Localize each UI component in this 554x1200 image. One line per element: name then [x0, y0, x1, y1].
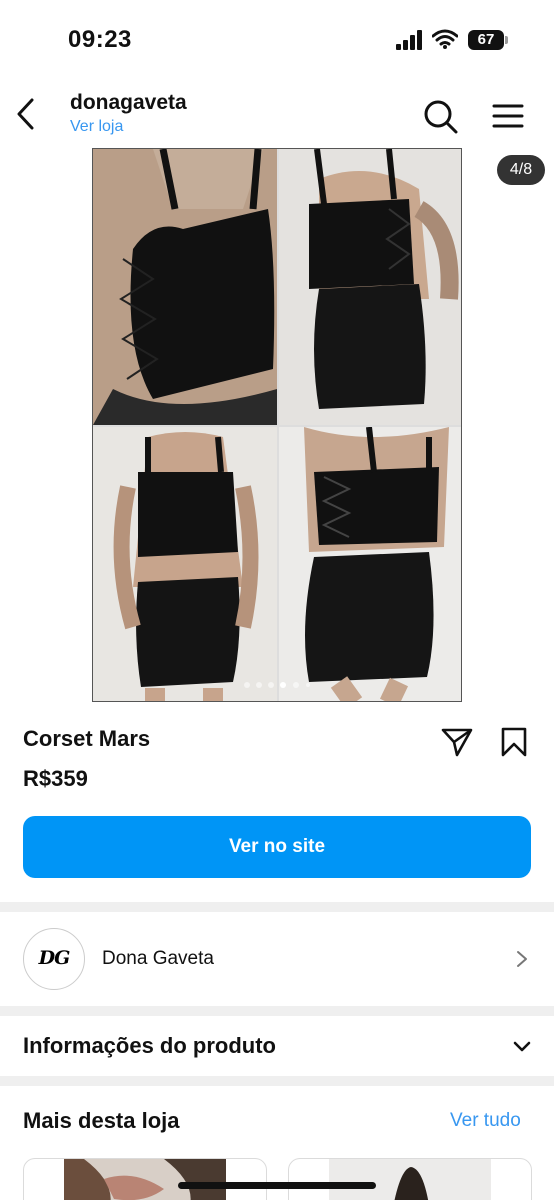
- product-photo-3: [93, 427, 277, 701]
- seller-avatar: DG: [23, 928, 85, 990]
- view-on-site-button[interactable]: Ver no site: [23, 816, 531, 878]
- battery-cap: [505, 36, 508, 44]
- see-all-link[interactable]: Ver tudo: [450, 1110, 521, 1132]
- section-divider: [0, 1076, 554, 1086]
- section-divider: [0, 902, 554, 912]
- product-photo-2: [279, 149, 461, 425]
- top-nav: donagaveta Ver loja: [0, 80, 554, 146]
- product-photo-1: [93, 149, 277, 425]
- product-price: R$359: [23, 766, 88, 791]
- product-card[interactable]: [23, 1158, 267, 1200]
- carousel-dot: [256, 682, 262, 688]
- send-icon[interactable]: [440, 726, 474, 758]
- shop-name[interactable]: donagaveta: [70, 91, 187, 115]
- carousel-dot: [293, 682, 299, 688]
- carousel-dot: [244, 682, 250, 688]
- product-info-accordion[interactable]: Informações do produto: [0, 1016, 554, 1076]
- chevron-right-icon: [517, 951, 527, 967]
- carousel-dots: [240, 681, 320, 689]
- product-gallery[interactable]: [92, 148, 462, 702]
- status-time: 09:23: [68, 26, 132, 53]
- page-counter: 4/8: [497, 155, 545, 185]
- bookmark-icon[interactable]: [500, 726, 528, 758]
- home-indicator: [178, 1182, 376, 1189]
- product-photo-4: [279, 427, 461, 701]
- battery-level: 67: [468, 30, 504, 50]
- chevron-down-icon: [513, 1041, 531, 1052]
- product-title: Corset Mars: [23, 726, 151, 751]
- carousel-dot: [268, 682, 274, 688]
- more-from-shop-title: Mais desta loja: [23, 1108, 180, 1133]
- menu-icon[interactable]: [488, 98, 528, 134]
- view-shop-link[interactable]: Ver loja: [70, 118, 123, 136]
- chevron-left-icon[interactable]: [10, 94, 44, 134]
- seller-name: Dona Gaveta: [102, 948, 214, 969]
- carousel-dot-active: [280, 682, 286, 688]
- status-bar: 09:23 67: [0, 0, 554, 80]
- carousel-dot: [306, 683, 310, 687]
- product-card-image: [64, 1159, 226, 1200]
- seller-row[interactable]: DG Dona Gaveta: [0, 912, 554, 1006]
- seller-logo-text: DG: [38, 947, 71, 969]
- product-card-image: [329, 1159, 491, 1200]
- signal-icon: [396, 30, 422, 50]
- section-divider: [0, 1006, 554, 1016]
- more-from-shop-header: Mais desta loja Ver tudo: [0, 1086, 554, 1156]
- product-info-title: Informações do produto: [23, 1033, 276, 1058]
- product-card[interactable]: [288, 1158, 532, 1200]
- battery-icon: 67: [468, 30, 508, 50]
- wifi-icon: [432, 29, 458, 49]
- search-icon[interactable]: [420, 96, 460, 136]
